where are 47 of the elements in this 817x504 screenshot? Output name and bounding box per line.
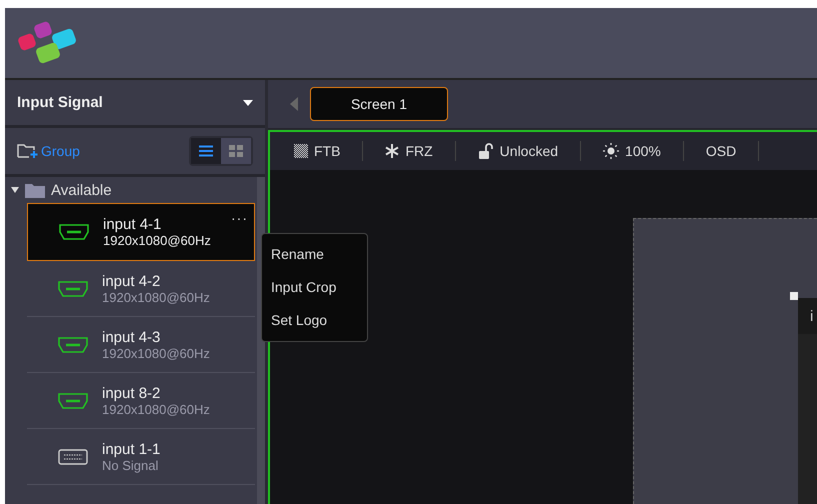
hdmi-port-icon <box>58 280 88 296</box>
dvi-port-icon <box>58 448 88 464</box>
checker-icon <box>294 144 308 158</box>
toolbar-button[interactable]: Unlocked <box>466 143 580 159</box>
input-name: input 4-1 <box>103 216 162 233</box>
resize-handle[interactable] <box>790 292 798 300</box>
more-options-button[interactable]: ··· <box>231 210 248 226</box>
input-resolution: 1920x1080@60Hz <box>102 290 210 304</box>
folder-icon <box>25 182 45 198</box>
unlocked-padlock-icon <box>478 143 494 159</box>
hdmi-port-icon <box>59 224 89 240</box>
list-icon <box>199 145 213 157</box>
scroll-left-icon[interactable] <box>290 97 298 111</box>
input-source-item[interactable]: input 4-1 1920x1080@60Hz ··· <box>27 203 255 261</box>
input-name: input 1-1 <box>102 440 160 458</box>
toolbar-button[interactable]: 100% <box>591 143 683 159</box>
caret-icon <box>243 100 253 106</box>
layer-window[interactable]: i <box>798 298 817 504</box>
hdmi-port-icon <box>58 336 88 352</box>
input-source-item[interactable]: input 4-3 1920x1080@60Hz <box>27 317 255 373</box>
snowflake-icon <box>385 144 400 158</box>
list-view-button[interactable] <box>191 138 221 164</box>
input-source-item[interactable]: input 8-2 1920x1080@60Hz <box>27 373 255 429</box>
input-resolution: 1920x1080@60Hz <box>102 402 210 416</box>
layer-title: i <box>798 298 817 334</box>
menu-item[interactable]: Input Crop <box>262 271 367 304</box>
input-resolution: No Signal <box>102 458 160 472</box>
toolbar-button[interactable]: FTB <box>282 143 362 159</box>
expand-arrow-icon <box>11 187 19 193</box>
folder-row[interactable]: Available <box>5 177 255 203</box>
brightness-icon <box>603 143 620 159</box>
hdmi-port-icon <box>58 392 88 408</box>
grid-view-button[interactable] <box>221 138 251 164</box>
screen-tab[interactable]: Screen 1 <box>310 87 448 121</box>
input-name: input 4-2 <box>102 272 162 290</box>
grid-icon <box>229 145 243 157</box>
menu-item[interactable]: Set Logo <box>262 304 367 337</box>
input-resolution: 1920x1080@60Hz <box>102 346 210 360</box>
input-signal-dropdown[interactable]: Input Signal <box>5 80 265 128</box>
menu-item[interactable]: Rename <box>262 238 367 271</box>
input-name: input 4-3 <box>102 328 162 346</box>
toolbar-button[interactable]: FRZ <box>373 143 455 159</box>
input-name: input 8-2 <box>102 384 162 402</box>
input-source-item[interactable]: input 1-1 No Signal <box>27 429 255 485</box>
toolbar-button[interactable]: OSD <box>694 143 758 159</box>
input-resolution: 1920x1080@60Hz <box>103 233 211 248</box>
input-source-item[interactable]: input 4-2 1920x1080@60Hz <box>27 261 255 317</box>
